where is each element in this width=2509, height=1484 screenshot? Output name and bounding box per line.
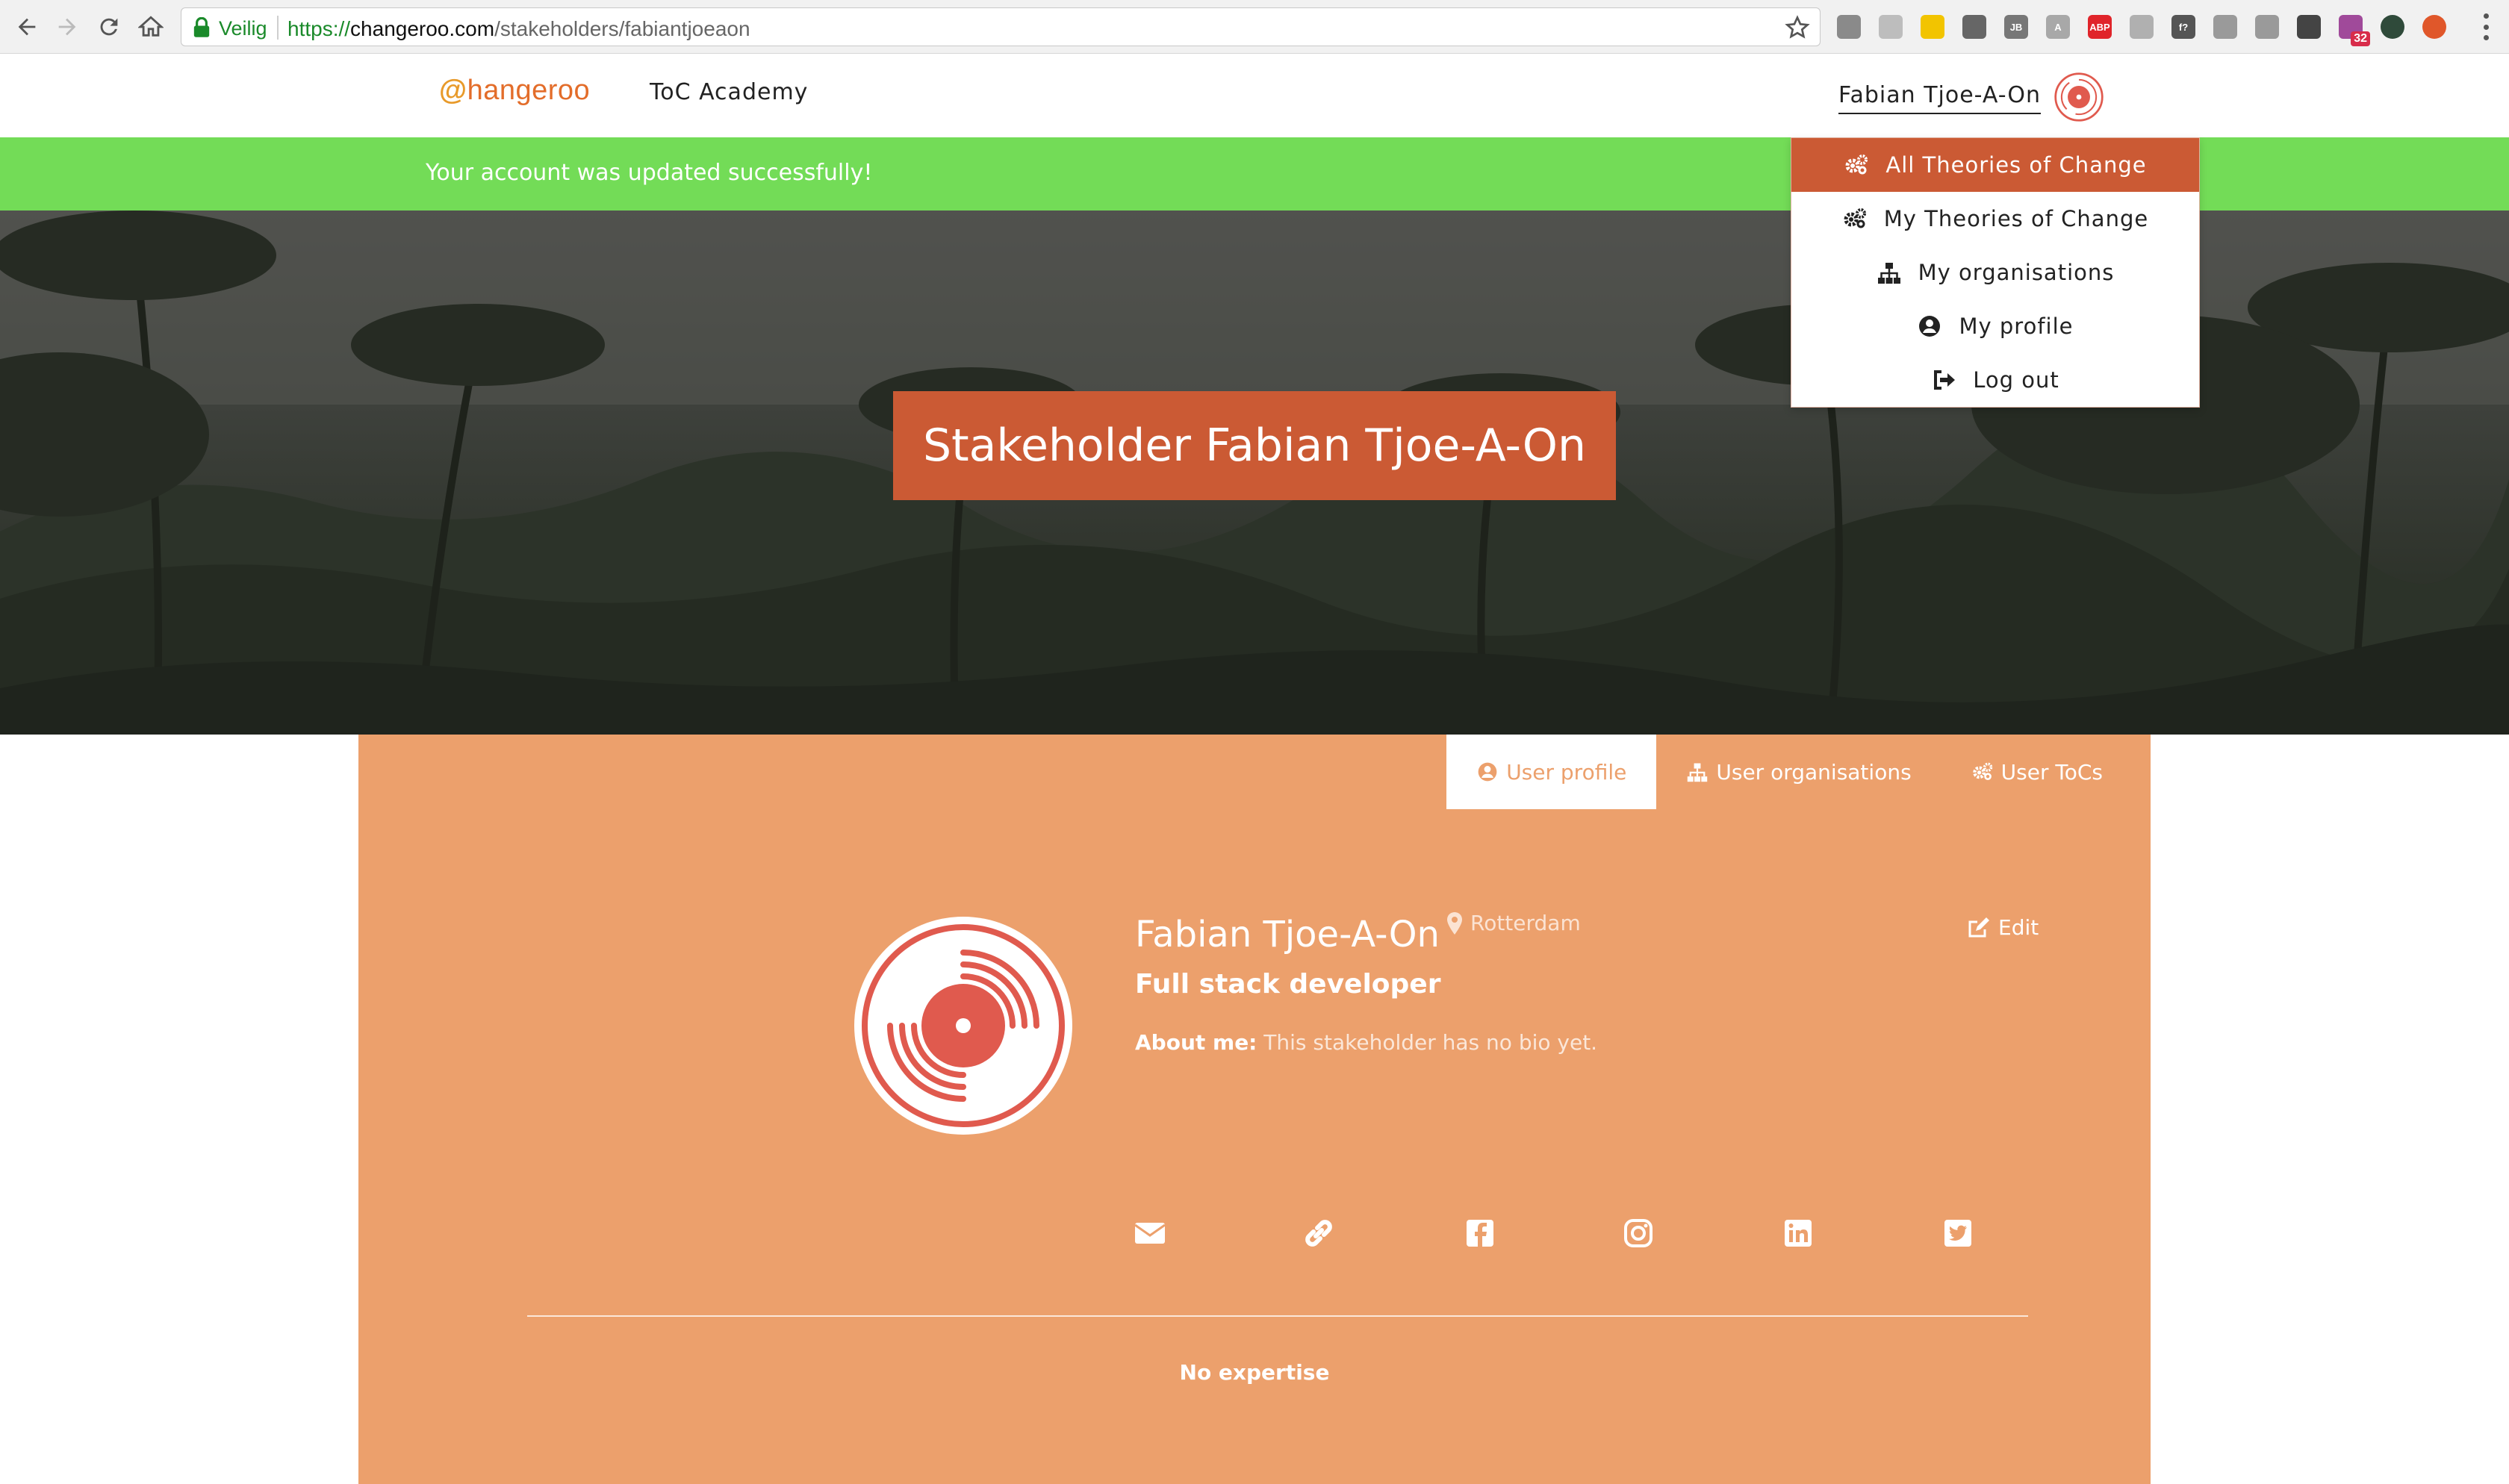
reload-button[interactable] <box>93 10 125 43</box>
a-extension-icon[interactable]: A <box>2046 15 2070 39</box>
tab-user-profile[interactable]: User profile <box>1446 735 1657 809</box>
hero-title-box: Stakeholder Fabian Tjoe-A-On <box>893 391 1616 500</box>
arrow-right-icon <box>58 18 76 36</box>
profile-tabs: User profile User organisations User ToC… <box>1446 735 2133 809</box>
address-bar[interactable]: Veilig https://changeroo.com/stakeholder… <box>181 7 1821 46</box>
profile-location: Rotterdam <box>1445 911 1581 935</box>
target-extension-icon[interactable] <box>1962 15 1986 39</box>
logo-mark: @ <box>439 75 467 106</box>
flag-extension-icon[interactable] <box>1921 15 1944 39</box>
tab-user-organisations[interactable]: User organisations <box>1656 735 1941 809</box>
nav-toc-academy[interactable]: ToC Academy <box>650 79 808 105</box>
profile-job-title: Full stack developer <box>1135 969 1441 1000</box>
arrow-left-icon <box>18 18 36 36</box>
location-text: Rotterdam <box>1470 911 1581 935</box>
user-circle-icon <box>1919 316 1941 337</box>
menu-item-label: My Theories of Change <box>1883 206 2149 231</box>
reload-icon <box>100 18 118 36</box>
back-button[interactable] <box>10 10 43 43</box>
expertise-text: No expertise <box>1179 1360 1330 1385</box>
url-text[interactable]: https://changeroo.com/stakeholders/fabia… <box>287 17 750 41</box>
sign-out-icon <box>1934 370 1956 390</box>
menu-item-my-tocs[interactable]: My Theories of Change <box>1791 192 2199 246</box>
edit-profile-button[interactable]: Edit <box>1967 915 2039 940</box>
user-circle-icon <box>1478 762 1497 782</box>
profile-about: About me: This stakeholder has no bio ye… <box>1135 1030 1597 1055</box>
menu-item-label: My profile <box>1959 314 2074 339</box>
home-icon <box>138 16 164 37</box>
bookmark-star-icon[interactable] <box>1784 14 1811 41</box>
changeroo-logo[interactable]: @hangeroo <box>439 75 590 107</box>
adblock-extension-icon[interactable]: ABP <box>2088 15 2112 39</box>
linkedin-icon[interactable] <box>1780 1215 1816 1251</box>
lock-icon <box>193 17 210 37</box>
tab-user-tocs[interactable]: User ToCs <box>1941 735 2133 809</box>
instagram-icon[interactable] <box>1620 1215 1656 1251</box>
facebook-icon[interactable] <box>1462 1215 1498 1251</box>
url-host: changeroo.com <box>350 17 495 40</box>
profile-name: Fabian Tjoe-A-On <box>1135 914 1440 955</box>
shield-extension-icon[interactable] <box>2130 15 2154 39</box>
cogs-icon <box>1845 155 1868 175</box>
expertise-divider <box>527 1315 2028 1317</box>
map-marker-icon <box>1447 911 1462 935</box>
menu-item-label: All Theories of Change <box>1885 152 2147 178</box>
success-message: Your account was updated successfully! <box>426 160 873 186</box>
url-path: /stakeholders/fabiantjoeaon <box>494 17 750 40</box>
social-links <box>358 1215 2151 1257</box>
extension-label: A <box>2054 21 2062 33</box>
menu-item-label: Log out <box>1973 367 2059 393</box>
tab-label: User organisations <box>1716 759 1912 785</box>
extensions-bar: JB A ABP f? 32 <box>1837 13 2464 46</box>
menu-item-my-profile[interactable]: My profile <box>1791 299 2199 353</box>
hero-title: Stakeholder Fabian Tjoe-A-On <box>922 420 1587 472</box>
url-scheme: https:// <box>287 17 351 40</box>
mail-extension-icon[interactable] <box>2213 15 2237 39</box>
profile-avatar <box>854 917 1072 1135</box>
user-avatar-icon[interactable] <box>2053 72 2104 122</box>
forward-button[interactable] <box>51 10 84 43</box>
calendar-extension-icon[interactable]: 32 <box>2339 15 2370 46</box>
menu-item-log-out[interactable]: Log out <box>1791 353 2199 407</box>
about-label: About me: <box>1135 1030 1257 1055</box>
browser-toolbar: Veilig https://changeroo.com/stakeholder… <box>0 0 2509 54</box>
extension-label: JB <box>2009 21 2023 33</box>
orange-dot-extension-icon[interactable] <box>2422 15 2446 39</box>
tab-label: User ToCs <box>2000 759 2103 785</box>
home-button[interactable] <box>134 10 167 43</box>
react-extension-icon[interactable] <box>2297 15 2321 39</box>
puzzle-extension-icon[interactable] <box>1837 15 1861 39</box>
doc-extension-icon[interactable] <box>1879 15 1903 39</box>
jb-extension-icon[interactable]: JB <box>2004 15 2028 39</box>
link-icon[interactable] <box>1301 1215 1337 1251</box>
sitemap-icon <box>1877 263 1900 284</box>
omnibox-separator <box>277 16 279 40</box>
green-dot-extension-icon[interactable] <box>2381 15 2404 39</box>
camera-extension-icon[interactable] <box>2255 15 2279 39</box>
user-dropdown-menu: All Theories of Change My Theories of Ch… <box>1791 137 2200 408</box>
cogs-icon <box>1844 208 1866 228</box>
envelope-icon[interactable] <box>1132 1215 1168 1251</box>
logo-text: hangeroo <box>467 75 591 106</box>
profile-card: User profile User organisations User ToC… <box>358 735 2151 1484</box>
extension-badge: 32 <box>2351 31 2370 46</box>
sitemap-icon <box>1688 763 1708 782</box>
user-menu-toggle[interactable]: Fabian Tjoe-A-On <box>1838 82 2041 114</box>
cogs-icon <box>1972 762 1992 781</box>
menu-item-my-organisations[interactable]: My organisations <box>1791 246 2199 299</box>
edit-label: Edit <box>1998 915 2039 940</box>
menu-item-label: My organisations <box>1918 260 2115 285</box>
about-text: This stakeholder has no bio yet. <box>1257 1030 1598 1055</box>
browser-menu-icon[interactable] <box>2482 13 2490 40</box>
twitter-icon[interactable] <box>1940 1215 1976 1251</box>
site-header: @hangeroo ToC Academy Fabian Tjoe-A-On <box>0 54 2509 137</box>
edit-icon <box>1968 917 1989 937</box>
tab-label: User profile <box>1506 759 1627 785</box>
menu-item-all-tocs[interactable]: All Theories of Change <box>1791 138 2199 192</box>
extension-label: f? <box>2178 21 2189 33</box>
font-extension-icon[interactable]: f? <box>2171 15 2195 39</box>
secure-label: Veilig <box>219 17 267 40</box>
extension-label: ABP <box>2089 21 2110 33</box>
